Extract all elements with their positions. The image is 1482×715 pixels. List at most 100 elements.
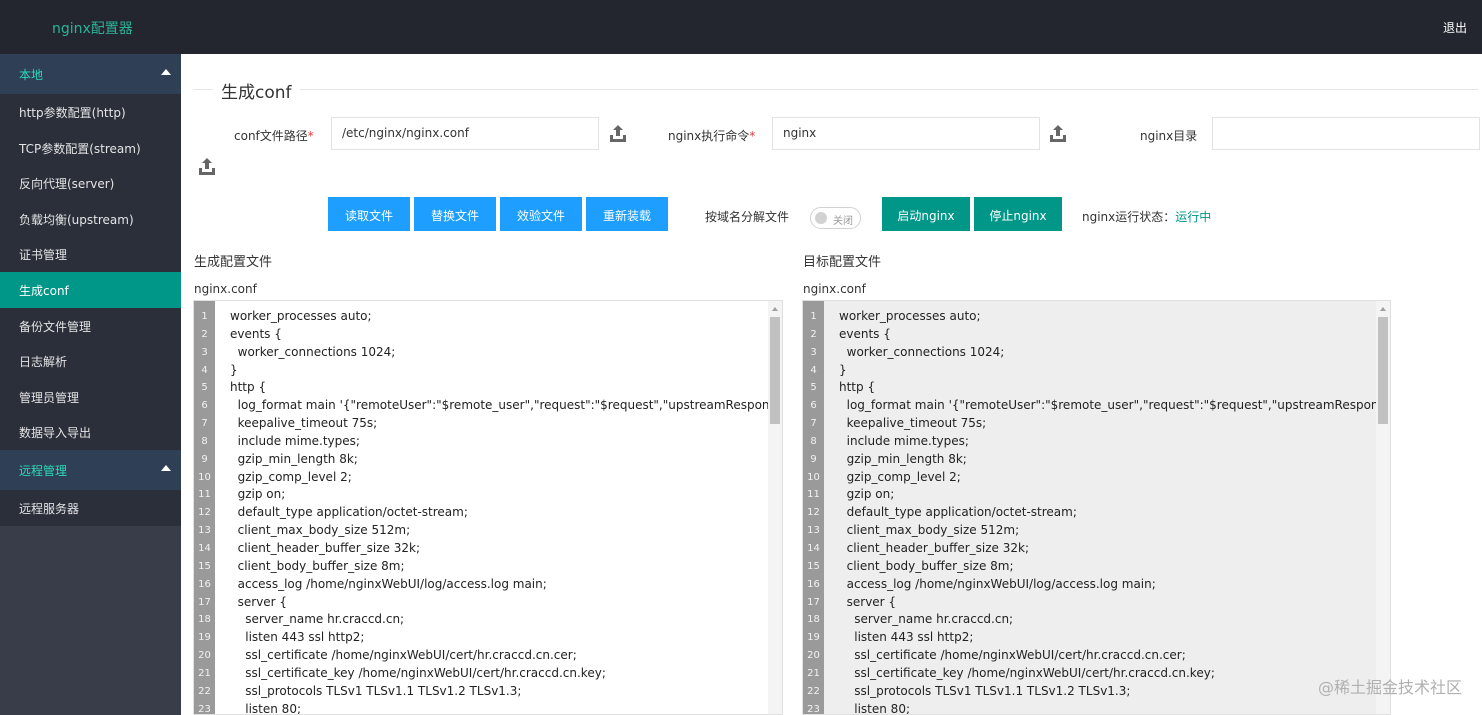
line-number: 5 bbox=[201, 382, 208, 394]
line-text: default_type application/octet-stream; bbox=[230, 505, 468, 520]
start-nginx-button[interactable]: 启动nginx bbox=[882, 197, 970, 231]
line-number: 6 bbox=[810, 400, 817, 412]
line-text: gzip_min_length 8k; bbox=[839, 451, 967, 466]
scroll-up-icon[interactable] bbox=[1380, 307, 1386, 311]
dir-input[interactable] bbox=[1212, 117, 1480, 150]
left-panel-title: 生成配置文件 bbox=[194, 255, 273, 270]
scrollbar[interactable] bbox=[768, 301, 782, 714]
sidebar-item-backup[interactable]: 备份文件管理 bbox=[0, 308, 181, 344]
line-text: ssl_certificate_key /home/nginxWebUI/cer… bbox=[230, 665, 606, 680]
sidebar-item-server[interactable]: 反向代理(server) bbox=[0, 165, 181, 201]
line-text: server { bbox=[839, 594, 897, 609]
code-line: 20 ssl_certificate /home/nginxWebUI/cert… bbox=[194, 647, 782, 665]
sidebar-item-remote-server[interactable]: 远程服务器 bbox=[0, 490, 181, 526]
app-brand[interactable]: nginx配置器 bbox=[52, 18, 133, 38]
line-number: 15 bbox=[198, 560, 211, 572]
line-text: access_log /home/nginxWebUI/log/access.l… bbox=[839, 576, 1156, 591]
code-line: 16 access_log /home/nginxWebUI/log/acces… bbox=[803, 576, 1390, 594]
sidebar-item-upstream[interactable]: 负载均衡(upstream) bbox=[0, 201, 181, 237]
code-line: 6 log_format main '{"remoteUser":"$remot… bbox=[194, 397, 782, 415]
code-line: 21 ssl_certificate_key /home/nginxWebUI/… bbox=[194, 665, 782, 683]
replace-file-button[interactable]: 替换文件 bbox=[414, 197, 496, 231]
stop-nginx-button[interactable]: 停止nginx bbox=[974, 197, 1062, 231]
scrollbar-thumb[interactable] bbox=[1378, 317, 1388, 424]
line-text: ssl_protocols TLSv1 TLSv1.1 TLSv1.2 TLSv… bbox=[230, 683, 522, 698]
top-bar: nginx配置器 退出 bbox=[0, 0, 1482, 54]
sidebar-group-remote[interactable]: 远程管理 bbox=[0, 449, 181, 490]
line-text: events { bbox=[839, 326, 891, 341]
code-line: 11 gzip on; bbox=[803, 486, 1390, 504]
generated-config-editor[interactable]: 1 worker_processes auto; 2 events {3 worker… bbox=[193, 300, 783, 715]
conf-path-input[interactable]: /etc/nginx/nginx.conf bbox=[331, 117, 599, 150]
line-number: 10 bbox=[807, 471, 820, 483]
upload-icon[interactable] bbox=[1047, 122, 1069, 144]
code-line: 23 listen 80; bbox=[194, 701, 782, 715]
line-text: } bbox=[839, 362, 847, 377]
logout-link[interactable]: 退出 bbox=[1443, 19, 1467, 36]
line-text: gzip_min_length 8k; bbox=[230, 451, 358, 466]
line-text: default_type application/octet-stream; bbox=[839, 505, 1077, 520]
line-number: 16 bbox=[198, 578, 211, 590]
line-number: 17 bbox=[198, 596, 211, 608]
code-line: 11 gzip on; bbox=[194, 486, 782, 504]
code-line: 4} bbox=[803, 362, 1390, 380]
sidebar-item-cert[interactable]: 证书管理 bbox=[0, 236, 181, 272]
code-line: 2 events { bbox=[194, 326, 782, 344]
sidebar-item-http[interactable]: http参数配置(http) bbox=[0, 94, 181, 130]
line-text: events { bbox=[230, 326, 282, 341]
code-line: 5 http { bbox=[194, 379, 782, 397]
line-text: server { bbox=[230, 594, 288, 609]
sidebar-item-import-export[interactable]: 数据导入导出 bbox=[0, 414, 181, 450]
line-text: ssl_certificate /home/nginxWebUI/cert/hr… bbox=[839, 648, 1186, 663]
code-line: 9 gzip_min_length 8k; bbox=[194, 451, 782, 469]
line-number: 1 bbox=[810, 311, 817, 322]
code-line: 18 server_name hr.craccd.cn; bbox=[803, 611, 1390, 629]
validate-file-button[interactable]: 效验文件 bbox=[500, 197, 582, 231]
line-text: gzip_comp_level 2; bbox=[230, 469, 352, 484]
sidebar-item-admin[interactable]: 管理员管理 bbox=[0, 379, 181, 415]
required-mark: * bbox=[307, 129, 314, 143]
upload-icon[interactable] bbox=[196, 155, 218, 177]
sidebar-item-conf[interactable]: 生成conf bbox=[0, 271, 181, 308]
code-line: 1 worker_processes auto; bbox=[803, 308, 1390, 326]
code-line: 21 ssl_certificate_key /home/nginxWebUI/… bbox=[803, 665, 1390, 683]
page-title: 生成conf bbox=[213, 78, 300, 103]
scroll-up-icon[interactable] bbox=[772, 307, 778, 311]
line-text: listen 443 ssl http2; bbox=[839, 630, 974, 645]
line-text: client_max_body_size 512m; bbox=[839, 523, 1020, 538]
code-line: 16 access_log /home/nginxWebUI/log/acces… bbox=[194, 576, 782, 594]
reload-button[interactable]: 重新装载 bbox=[586, 197, 668, 231]
line-number: 18 bbox=[198, 614, 211, 626]
chevron-up-icon bbox=[161, 69, 171, 75]
line-text: http { bbox=[230, 380, 267, 395]
cmd-input[interactable]: nginx bbox=[772, 117, 1040, 150]
line-text: log_format main '{"remoteUser":"$remote_… bbox=[839, 398, 1391, 413]
line-number: 23 bbox=[807, 703, 820, 715]
split-toggle[interactable]: 关闭 bbox=[810, 207, 861, 229]
conf-path-label: conf文件路径* bbox=[234, 127, 314, 144]
sidebar-item-log[interactable]: 日志解析 bbox=[0, 343, 181, 379]
line-number: 12 bbox=[198, 507, 211, 519]
line-number: 2 bbox=[201, 328, 208, 340]
line-text: listen 80; bbox=[230, 701, 301, 715]
read-file-button[interactable]: 读取文件 bbox=[328, 197, 410, 231]
line-text: gzip on; bbox=[839, 487, 895, 502]
sidebar-group-local[interactable]: 本地 bbox=[0, 54, 181, 94]
code-line: 23 listen 80; bbox=[803, 701, 1390, 715]
line-text: ssl_certificate_key /home/nginxWebUI/cer… bbox=[839, 665, 1215, 680]
scrollbar[interactable] bbox=[1376, 301, 1390, 714]
target-config-editor[interactable]: 1 worker_processes auto; 2 events {3 worker… bbox=[802, 300, 1391, 715]
line-number: 14 bbox=[807, 542, 820, 554]
sidebar-item-stream[interactable]: TCP参数配置(stream) bbox=[0, 130, 181, 166]
scrollbar-thumb[interactable] bbox=[770, 317, 780, 424]
code-line: 4} bbox=[194, 362, 782, 380]
line-text: client_body_buffer_size 8m; bbox=[230, 558, 405, 573]
divider bbox=[193, 89, 1478, 90]
line-text: include mime.types; bbox=[230, 433, 360, 448]
line-number: 16 bbox=[807, 578, 820, 590]
line-number: 4 bbox=[201, 364, 208, 376]
line-text: client_max_body_size 512m; bbox=[230, 523, 411, 538]
line-text: ssl_protocols TLSv1 TLSv1.1 TLSv1.2 TLSv… bbox=[839, 683, 1131, 698]
upload-icon[interactable] bbox=[607, 122, 629, 144]
line-text: ssl_certificate /home/nginxWebUI/cert/hr… bbox=[230, 648, 577, 663]
